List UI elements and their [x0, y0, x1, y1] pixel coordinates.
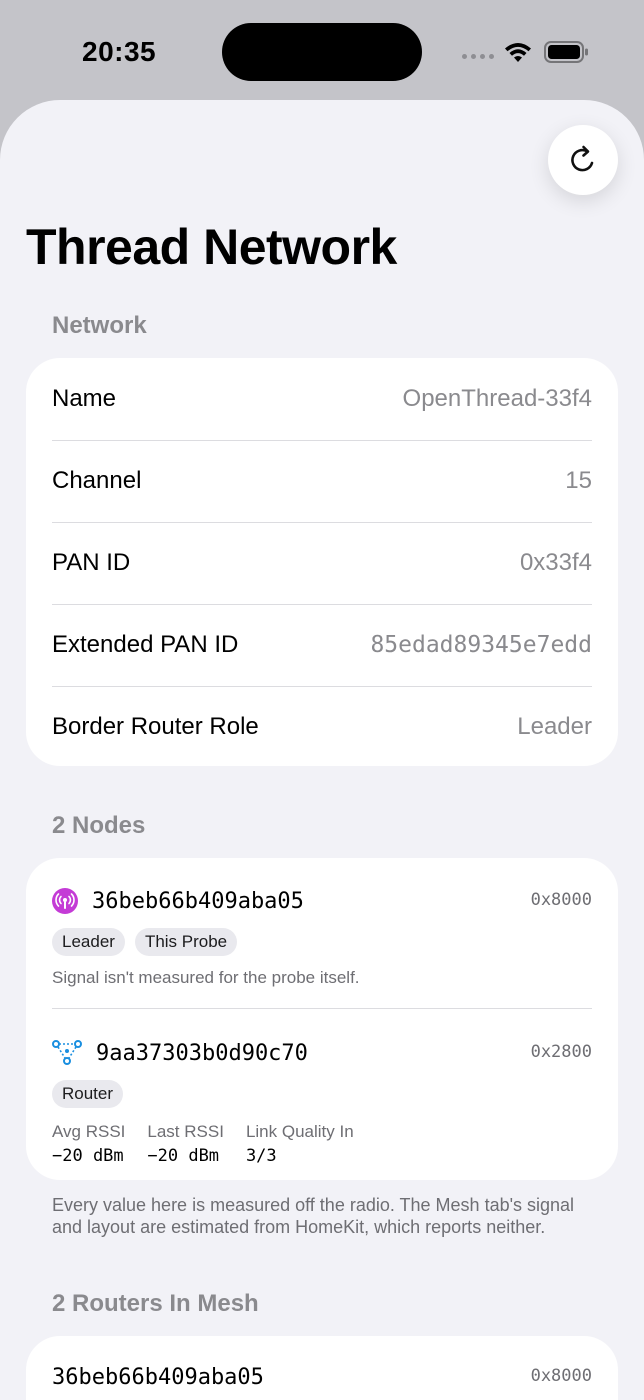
router-address: 0x8000: [530, 1366, 592, 1386]
badge-leader: Leader: [52, 928, 125, 956]
row-label: Name: [52, 385, 117, 412]
stat-label: Last RSSI: [147, 1122, 224, 1141]
sheet: Thread Network Network Name OpenThread-3…: [0, 100, 644, 1400]
stat-label: Avg RSSI: [52, 1122, 126, 1141]
page-title: Thread Network: [26, 219, 397, 275]
cellular-signal-icon: [462, 54, 494, 59]
section-header-routers: 2 Routers In Mesh: [52, 1290, 259, 1317]
row-value: OpenThread-33f4: [402, 385, 592, 412]
nodes-footer-note: Every value here is measured off the rad…: [52, 1195, 575, 1237]
network-row-channel: Channel 15: [26, 440, 618, 522]
node-address: 0x8000: [530, 890, 592, 910]
router-item[interactable]: 36beb66b409aba05 0x8000: [52, 1362, 592, 1392]
row-label: Channel: [52, 467, 142, 494]
battery-icon: [544, 41, 588, 63]
badge-this-probe: This Probe: [134, 928, 238, 956]
network-row-pan-id: PAN ID 0x33f4: [26, 522, 618, 604]
router-mesh-icon: [52, 1040, 82, 1065]
stat-value: −20 dBm: [147, 1146, 220, 1166]
network-row-border-router-role: Border Router Role Leader: [26, 686, 618, 768]
stat-value: −20 dBm: [52, 1146, 124, 1166]
row-value: 15: [565, 467, 592, 494]
section-header-network: Network: [52, 312, 147, 339]
status-bar: 20:35: [0, 0, 644, 100]
network-row-name: Name OpenThread-33f4: [26, 358, 618, 440]
router-id: 36beb66b409aba05: [52, 1364, 264, 1390]
row-label: Extended PAN ID: [52, 631, 239, 658]
row-label: Border Router Role: [52, 713, 259, 740]
routers-card: 36beb66b409aba05 0x8000: [26, 1336, 618, 1400]
badge-router: Router: [52, 1080, 124, 1108]
node-item[interactable]: 9aa37303b0d90c70 0x2800 Router Avg RSSI …: [52, 1038, 592, 1166]
node-id: 9aa37303b0d90c70: [96, 1040, 308, 1066]
wifi-icon: [505, 43, 531, 62]
network-row-extended-pan-id: Extended PAN ID 85edad89345e7edd: [26, 604, 618, 686]
nodes-card: 36beb66b409aba05 0x8000 Leader This Prob…: [26, 858, 618, 1180]
stat-label: Link Quality In: [245, 1122, 354, 1141]
status-time: 20:35: [82, 36, 157, 67]
divider: [52, 1008, 592, 1009]
row-value: 0x33f4: [519, 549, 592, 576]
network-card: Name OpenThread-33f4 Channel 15 PAN ID 0…: [26, 358, 618, 766]
antenna-icon: [52, 888, 78, 914]
node-note: Signal isn't measured for the probe itse…: [52, 968, 360, 987]
row-value: 85edad89345e7edd: [370, 632, 592, 658]
row-label: PAN ID: [52, 549, 131, 576]
refresh-button[interactable]: [548, 125, 618, 195]
row-value: Leader: [517, 713, 592, 740]
stat-avg-rssi: Avg RSSI −20 dBm: [52, 1122, 125, 1166]
section-header-nodes: 2 Nodes: [52, 812, 146, 839]
node-id: 36beb66b409aba05: [92, 888, 304, 914]
stat-value: 3/3: [245, 1146, 277, 1166]
node-item[interactable]: 36beb66b409aba05 0x8000 Leader This Prob…: [52, 886, 592, 988]
stat-link-quality-in: Link Quality In 3/3: [246, 1122, 354, 1166]
refresh-icon: [571, 145, 594, 172]
dynamic-island: [222, 23, 422, 81]
stat-last-rssi: Last RSSI −20 dBm: [147, 1122, 224, 1166]
node-address: 0x2800: [530, 1042, 592, 1062]
